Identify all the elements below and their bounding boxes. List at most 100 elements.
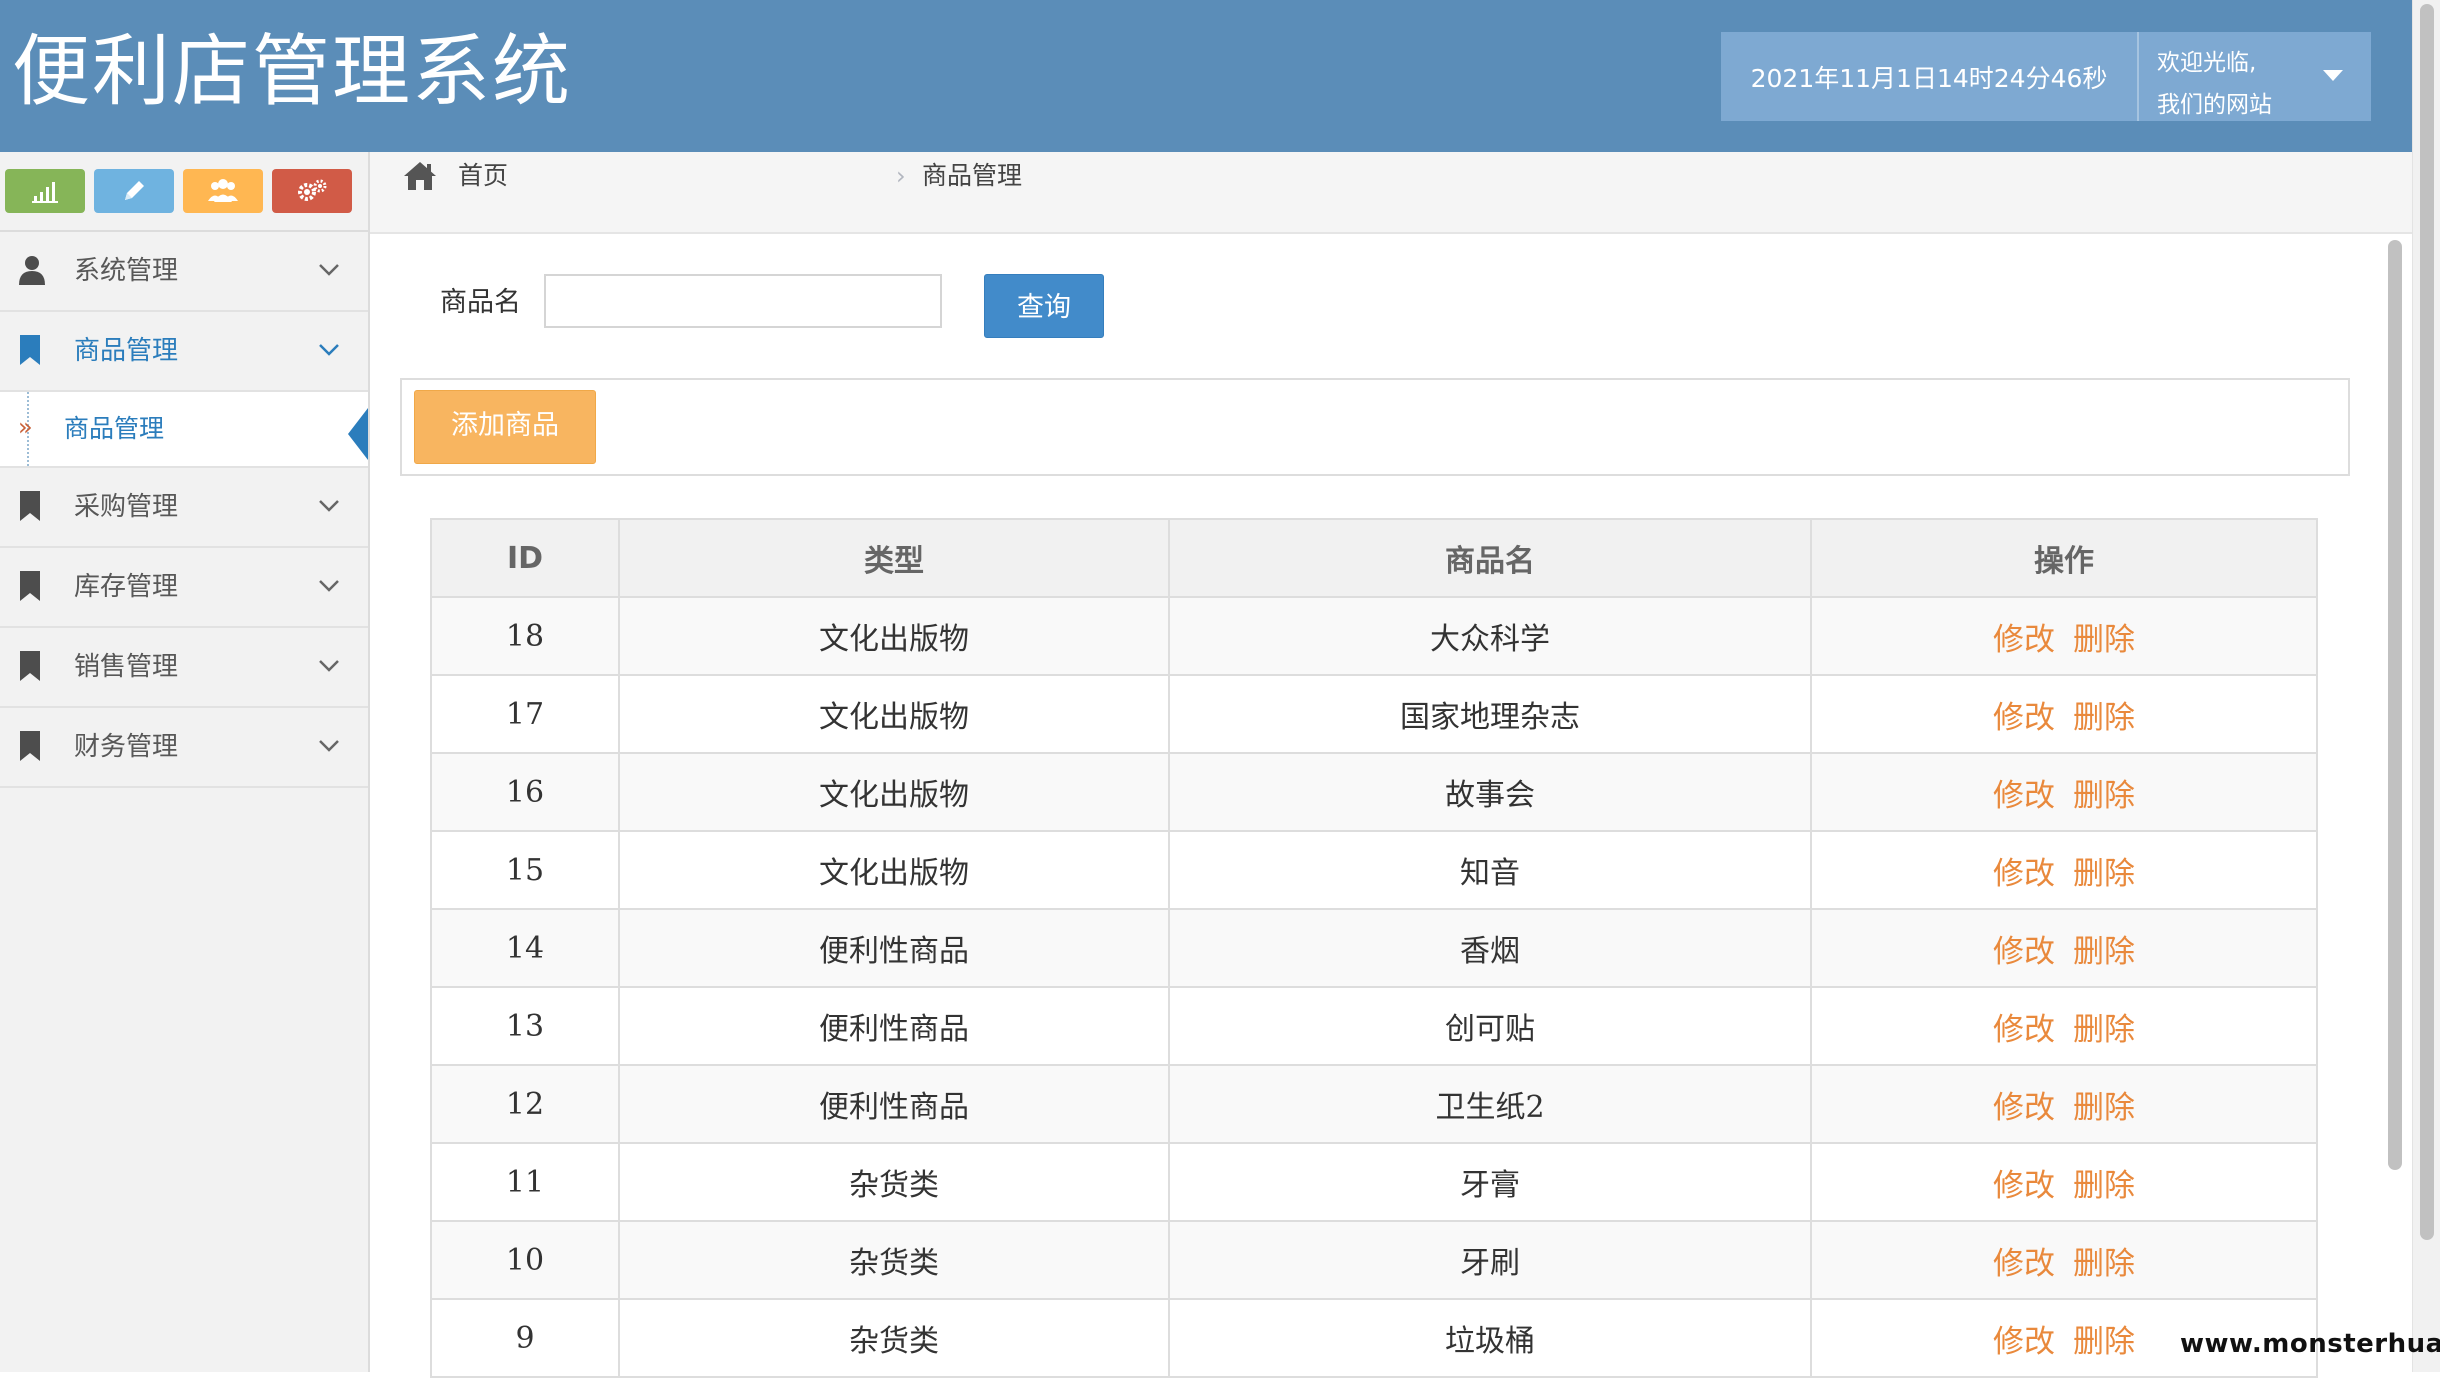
sidebar-item-label: 采购管理 <box>74 492 179 522</box>
delete-link[interactable]: 删除 <box>2073 622 2135 658</box>
cell-actions: 修改 删除 <box>1810 1064 2318 1144</box>
sidebar-item-inventory[interactable]: 库存管理 <box>0 548 368 628</box>
cell-id: 14 <box>430 908 620 988</box>
page-scrollbar-thumb[interactable] <box>2420 4 2434 1240</box>
cogs-icon <box>298 179 327 201</box>
breadcrumb-home-link[interactable]: 首页 <box>458 152 508 200</box>
user-menu-toggle[interactable]: 欢迎光临, 我们的网站 <box>2139 32 2371 121</box>
chevron-down-icon <box>318 342 340 361</box>
header-clock: 2021年11月1日14时24分46秒 <box>1721 32 2139 121</box>
delete-link[interactable]: 删除 <box>2073 1324 2135 1360</box>
sidebar-item-label: 商品管理 <box>74 336 179 366</box>
search-button[interactable]: 查询 <box>984 274 1104 338</box>
table-row: 15 文化出版物 知音 修改 删除 <box>430 830 2318 910</box>
delete-link[interactable]: 删除 <box>2073 778 2135 814</box>
cell-id: 16 <box>430 752 620 832</box>
edit-link[interactable]: 修改 <box>1993 856 2055 892</box>
table-row: 18 文化出版物 大众科学 修改 删除 <box>430 596 2318 676</box>
cell-actions: 修改 删除 <box>1810 1220 2318 1300</box>
table-row: 16 文化出版物 故事会 修改 删除 <box>430 752 2318 832</box>
pencil-icon <box>125 181 144 200</box>
delete-link[interactable]: 删除 <box>2073 1090 2135 1126</box>
user-icon <box>18 255 46 289</box>
cell-actions: 修改 删除 <box>1810 752 2318 832</box>
edit-link[interactable]: 修改 <box>1993 1246 2055 1282</box>
cell-actions: 修改 删除 <box>1810 1142 2318 1222</box>
top-navbar: 便利店管理系统 2021年11月1日14时24分46秒 欢迎光临, 我们的网站 <box>0 0 2412 152</box>
delete-link[interactable]: 删除 <box>2073 1168 2135 1204</box>
column-header-actions: 操作 <box>1810 518 2318 598</box>
cell-type: 杂货类 <box>618 1220 1170 1300</box>
active-indicator <box>348 408 368 460</box>
cell-type: 便利性商品 <box>618 908 1170 988</box>
edit-link[interactable]: 修改 <box>1993 622 2055 658</box>
cell-actions: 修改 删除 <box>1810 830 2318 910</box>
sidebar-shortcuts <box>0 152 368 232</box>
breadcrumb-separator-icon: › <box>896 162 906 190</box>
app-title: 便利店管理系统 <box>12 27 573 117</box>
sidebar-item-label: 销售管理 <box>74 652 179 682</box>
bar-chart-icon <box>32 182 58 203</box>
header-info-box: 2021年11月1日14时24分46秒 欢迎光临, 我们的网站 <box>1721 32 2371 121</box>
table-row: 9 杂货类 垃圾桶 修改 删除 <box>430 1298 2318 1378</box>
cell-id: 10 <box>430 1220 620 1300</box>
breadcrumb-current: 商品管理 <box>922 161 1023 190</box>
sidebar-item-finance[interactable]: 财务管理 <box>0 708 368 788</box>
cell-type: 便利性商品 <box>618 1064 1170 1144</box>
cell-name: 牙膏 <box>1168 1142 1812 1222</box>
content-scrollbar[interactable] <box>2388 234 2402 1372</box>
bookmark-icon <box>18 335 42 369</box>
sidebar-item-system[interactable]: 系统管理 <box>0 232 368 312</box>
cell-actions: 修改 删除 <box>1810 908 2318 988</box>
table-row: 11 杂货类 牙膏 修改 删除 <box>430 1142 2318 1222</box>
cell-type: 文化出版物 <box>618 674 1170 754</box>
sidebar-item-sales[interactable]: 销售管理 <box>0 628 368 708</box>
cell-type: 文化出版物 <box>618 596 1170 676</box>
bookmark-icon <box>18 491 42 525</box>
edit-link[interactable]: 修改 <box>1993 1324 2055 1360</box>
edit-link[interactable]: 修改 <box>1993 778 2055 814</box>
table-row: 10 杂货类 牙刷 修改 删除 <box>430 1220 2318 1300</box>
edit-link[interactable]: 修改 <box>1993 1168 2055 1204</box>
shortcut-edit-button[interactable] <box>94 169 174 213</box>
sidebar-item-label: 系统管理 <box>74 256 179 286</box>
sidebar-subitem-goods[interactable]: » 商品管理 <box>0 392 368 468</box>
delete-link[interactable]: 删除 <box>2073 1012 2135 1048</box>
cell-type: 杂货类 <box>618 1298 1170 1378</box>
column-header-type: 类型 <box>618 518 1170 598</box>
edit-link[interactable]: 修改 <box>1993 1090 2055 1126</box>
table-header-row: ID 类型 商品名 操作 <box>430 518 2318 598</box>
cell-type: 杂货类 <box>618 1142 1170 1222</box>
cell-id: 12 <box>430 1064 620 1144</box>
goods-table: ID 类型 商品名 操作 18 文化出版物 大众科学 修改 删除 17 文化出版物… <box>430 518 2318 1378</box>
sidebar-item-purchase[interactable]: 采购管理 <box>0 468 368 548</box>
shortcut-users-button[interactable] <box>183 169 263 213</box>
content-scrollbar-thumb[interactable] <box>2388 240 2402 1170</box>
cell-name: 香烟 <box>1168 908 1812 988</box>
edit-link[interactable]: 修改 <box>1993 1012 2055 1048</box>
cell-id: 13 <box>430 986 620 1066</box>
add-goods-button[interactable]: 添加商品 <box>414 390 596 464</box>
page-scrollbar[interactable] <box>2412 0 2440 1372</box>
delete-link[interactable]: 删除 <box>2073 856 2135 892</box>
delete-link[interactable]: 删除 <box>2073 1246 2135 1282</box>
chevron-down-icon <box>318 658 340 677</box>
shortcut-stats-button[interactable] <box>5 169 85 213</box>
bookmark-icon <box>18 731 42 765</box>
column-header-name: 商品名 <box>1168 518 1812 598</box>
shortcut-settings-button[interactable] <box>272 169 352 213</box>
edit-link[interactable]: 修改 <box>1993 700 2055 736</box>
chevron-down-icon <box>318 738 340 757</box>
cell-name: 牙刷 <box>1168 1220 1812 1300</box>
cell-name: 故事会 <box>1168 752 1812 832</box>
cell-type: 便利性商品 <box>618 986 1170 1066</box>
home-icon[interactable] <box>402 160 438 196</box>
delete-link[interactable]: 删除 <box>2073 700 2135 736</box>
sidebar-item-goods[interactable]: 商品管理 <box>0 312 368 392</box>
cell-id: 11 <box>430 1142 620 1222</box>
goods-name-search-input[interactable] <box>544 274 942 328</box>
delete-link[interactable]: 删除 <box>2073 934 2135 970</box>
table-row: 17 文化出版物 国家地理杂志 修改 删除 <box>430 674 2318 754</box>
sidebar-item-label: 库存管理 <box>74 572 179 602</box>
edit-link[interactable]: 修改 <box>1993 934 2055 970</box>
